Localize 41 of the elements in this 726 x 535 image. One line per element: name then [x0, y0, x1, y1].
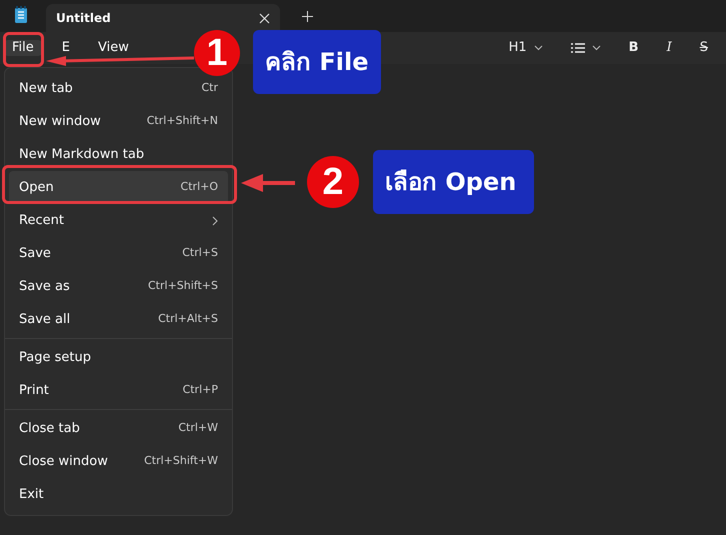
shortcut-text: Ctrl+P	[182, 382, 218, 398]
menu-item[interactable]: Close tab Ctrl+W	[9, 412, 228, 445]
menu-item[interactable]: Close window Ctrl+Shift+W	[9, 445, 228, 478]
shortcut-text: Ctrl+O	[180, 179, 218, 196]
shortcut-text: Ctrl+W	[178, 420, 218, 436]
menu-item[interactable]: New window Ctrl+Shift+N	[9, 105, 228, 138]
menu-item[interactable]: Open Ctrl+O	[9, 171, 228, 204]
callout-label: เลือก Open	[373, 150, 534, 214]
notepad-icon	[14, 6, 28, 24]
menu-item[interactable]: View	[90, 40, 137, 56]
menu-item[interactable]: Save all Ctrl+Alt+S	[9, 303, 228, 336]
menu-item[interactable]: E	[54, 40, 78, 56]
new-tab-icon[interactable]	[302, 11, 313, 22]
step-number: 2	[307, 156, 359, 208]
document-tab[interactable]: Untitled	[46, 4, 280, 32]
menu-item[interactable]: New Markdown tab	[9, 138, 228, 171]
shortcut-text: Ctrl+S	[182, 245, 218, 262]
shortcut-text: Ctrl+Alt+S	[158, 311, 218, 328]
menu-item[interactable]: Recent	[9, 204, 228, 237]
chevron-icon	[534, 45, 543, 51]
close-icon[interactable]	[259, 12, 270, 24]
shortcut-text: Ctrl+Shift+W	[144, 453, 218, 470]
heading-dropdown[interactable]: H1	[502, 38, 549, 58]
strikethrough-button[interactable]: S	[694, 38, 714, 58]
menu-item[interactable]: Save Ctrl+S	[9, 237, 228, 270]
bold-button[interactable]: B	[622, 38, 645, 58]
chevron-right-icon	[212, 216, 218, 226]
shortcut-text: Ctr	[201, 80, 218, 96]
menu-item[interactable]: Exit	[9, 478, 228, 511]
list-icon	[570, 43, 585, 53]
menu-item[interactable]: Save as Ctrl+Shift+S	[9, 270, 228, 303]
chevron-icon	[592, 45, 601, 51]
italic-button[interactable]: I	[660, 38, 678, 58]
arrow	[241, 173, 295, 193]
shortcut-text: Ctrl+Shift+S	[148, 278, 218, 294]
menu-item[interactable]: File	[4, 40, 42, 56]
callout-label: คลิก File	[253, 30, 381, 94]
highlight-frame	[3, 32, 44, 67]
menu-item[interactable]: Print Ctrl+P	[9, 374, 228, 407]
shortcut-text: Ctrl+Shift+N	[146, 113, 218, 130]
menu-item[interactable]: Page setup	[9, 341, 228, 374]
